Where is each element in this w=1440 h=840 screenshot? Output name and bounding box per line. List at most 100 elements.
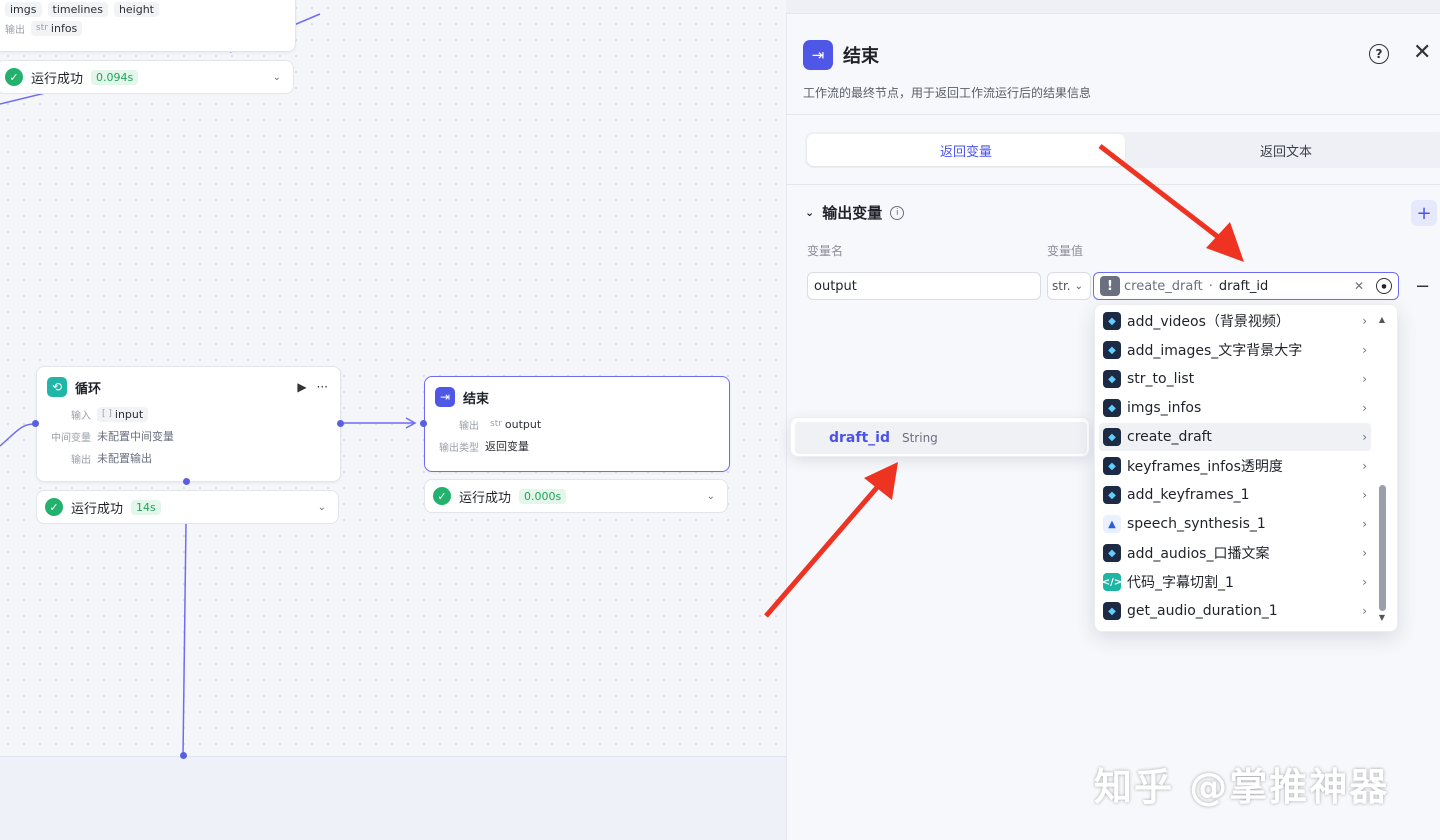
dropdown-item[interactable]: ◆ get_audio_duration_1 › bbox=[1099, 597, 1371, 625]
end-node-status[interactable]: ✓ 运行成功 0.000s ⌄ bbox=[424, 479, 728, 513]
clear-icon[interactable]: ✕ bbox=[1354, 279, 1364, 293]
dropdown-item-label: imgs_infos bbox=[1127, 400, 1202, 416]
var-reference-input[interactable]: ! create_draft · draft_id ✕ ● bbox=[1093, 272, 1399, 300]
top-node-output-row: 输出 str infos bbox=[0, 17, 295, 39]
var-type-select[interactable]: str. ⌄ bbox=[1047, 272, 1091, 300]
help-icon[interactable]: ? bbox=[1369, 44, 1389, 64]
chevron-right-icon: › bbox=[1362, 604, 1367, 618]
info-icon[interactable]: i bbox=[890, 205, 905, 220]
plugin-icon: ◆ bbox=[1103, 370, 1121, 388]
chevron-right-icon: › bbox=[1362, 314, 1367, 328]
plugin-icon: ◆ bbox=[1103, 399, 1121, 417]
edge-into-loop bbox=[0, 423, 35, 447]
check-icon: ✓ bbox=[45, 498, 63, 516]
warning-icon: ! bbox=[1100, 276, 1120, 296]
chevron-down-icon[interactable]: ⌄ bbox=[318, 502, 326, 513]
panel-header: ⇥ 结束 bbox=[803, 40, 879, 70]
top-node[interactable]: imgs timelines height 输出 str infos bbox=[0, 0, 296, 52]
tab-return-variable[interactable]: 返回变量 bbox=[807, 134, 1125, 166]
plugin-icon: ◆ bbox=[1103, 457, 1121, 475]
dropdown-item-label: keyframes_infos透明度 bbox=[1127, 459, 1283, 475]
dropdown-item-create-draft[interactable]: ◆ create_draft › bbox=[1099, 423, 1371, 451]
scroll-up-icon[interactable]: ▲ bbox=[1377, 315, 1387, 324]
end-node-title: 结束 bbox=[463, 391, 490, 407]
input-tag: [ ] input bbox=[97, 406, 149, 422]
workflow-canvas[interactable]: imgs timelines height 输出 str infos ✓ 运行成… bbox=[0, 0, 786, 840]
play-icon[interactable]: ▶ bbox=[297, 380, 306, 394]
scroll-down-icon[interactable]: ▼ bbox=[1377, 613, 1387, 622]
dropdown-scrollbar[interactable]: ▲ ▼ bbox=[1377, 315, 1387, 623]
check-icon: ✓ bbox=[5, 68, 23, 86]
target-icon[interactable]: ● bbox=[1376, 278, 1392, 294]
input-label: 输入 bbox=[71, 410, 91, 422]
mode-value: 返回变量 bbox=[485, 440, 529, 453]
end-icon: ⇥ bbox=[803, 40, 833, 70]
remove-variable-button[interactable]: − bbox=[1415, 276, 1430, 297]
variable-submenu: draft_id String bbox=[790, 417, 1090, 457]
chevron-right-icon: › bbox=[1362, 575, 1367, 589]
node-actions: ▶ ··· bbox=[297, 380, 328, 394]
output-vars-header[interactable]: ⌄ 输出变量 i bbox=[805, 202, 905, 223]
dropdown-item[interactable]: ◆ add_videos（背景视频） › bbox=[1099, 307, 1371, 335]
loop-body-port[interactable] bbox=[180, 752, 187, 759]
dropdown-item[interactable]: </> 代码_字幕切割_1 › bbox=[1099, 568, 1371, 596]
plugin-icon: ◆ bbox=[1103, 486, 1121, 504]
dropdown-item[interactable]: ◆ add_keyframes_1 › bbox=[1099, 481, 1371, 509]
time-badge: 0.000s bbox=[519, 488, 567, 504]
section-title: 输出变量 bbox=[822, 204, 883, 222]
loop-node-header: ⟲ 循环 ▶ ··· bbox=[37, 367, 340, 403]
mid-value: 未配置中间变量 bbox=[97, 430, 174, 443]
watermark-text: 知乎 @掌推神器 bbox=[1094, 765, 1390, 809]
chevron-right-icon: › bbox=[1362, 546, 1367, 560]
tab-return-text[interactable]: 返回文本 bbox=[1127, 132, 1440, 168]
chevron-down-icon[interactable]: ⌄ bbox=[273, 72, 281, 83]
top-node-status[interactable]: ✓ 运行成功 0.094s ⌄ bbox=[0, 60, 294, 94]
tag-height: height bbox=[113, 1, 159, 17]
add-variable-button[interactable]: + bbox=[1411, 200, 1437, 226]
time-badge: 0.094s bbox=[91, 69, 139, 85]
dropdown-item-label: str_to_list bbox=[1127, 371, 1195, 387]
code-icon: </> bbox=[1102, 573, 1122, 591]
dropdown-item[interactable]: ◆ str_to_list › bbox=[1099, 365, 1371, 393]
var-name-input[interactable]: output bbox=[807, 272, 1041, 300]
loop-output-row: 输出 未配置输出 bbox=[37, 447, 340, 469]
loop-node-status[interactable]: ✓ 运行成功 14s ⌄ bbox=[36, 490, 339, 524]
chevron-down-icon[interactable]: ⌄ bbox=[707, 491, 715, 502]
end-port-left[interactable] bbox=[420, 420, 427, 427]
status-text: 运行成功 bbox=[71, 501, 124, 517]
output-tag: str output bbox=[485, 417, 546, 432]
status-text: 运行成功 bbox=[31, 71, 84, 87]
divider bbox=[787, 184, 1440, 185]
dropdown-item[interactable]: ◆ add_audios_口播文案 › bbox=[1099, 539, 1371, 567]
chevron-down-icon[interactable]: ⌄ bbox=[805, 206, 814, 219]
submenu-var-type: String bbox=[901, 431, 938, 445]
ref-separator: · bbox=[1208, 278, 1213, 294]
time-badge: 14s bbox=[131, 499, 161, 515]
canvas-bottom-area bbox=[0, 756, 786, 840]
loop-port-bottom[interactable] bbox=[183, 478, 190, 485]
loop-node-title: 循环 bbox=[75, 381, 102, 397]
edge-arrowhead bbox=[405, 417, 417, 429]
chevron-down-icon: ⌄ bbox=[1074, 280, 1083, 292]
scroll-thumb[interactable] bbox=[1379, 485, 1386, 611]
var-type-value: str. bbox=[1052, 279, 1071, 293]
close-icon[interactable]: ✕ bbox=[1413, 40, 1431, 65]
dropdown-item[interactable]: ◆ keyframes_infos透明度 › bbox=[1099, 452, 1371, 480]
type-label: [ ] bbox=[102, 409, 112, 419]
chevron-right-icon: › bbox=[1362, 488, 1367, 502]
output-label: 输出 bbox=[71, 454, 91, 466]
dropdown-item[interactable]: ◆ add_images_文字背景大字 › bbox=[1099, 336, 1371, 364]
col-label-value: 变量值 bbox=[1047, 244, 1084, 258]
dropdown-item[interactable]: ◆ imgs_infos › bbox=[1099, 394, 1371, 422]
loop-port-right[interactable] bbox=[337, 420, 344, 427]
end-node-header: ⇥ 结束 bbox=[425, 377, 729, 413]
end-node[interactable]: ⇥ 结束 输出 str output 输出类型 返回变量 bbox=[424, 376, 730, 472]
loop-node[interactable]: ⟲ 循环 ▶ ··· 输入 [ ] input 中间变量 未配置中间变量 输出 … bbox=[36, 366, 341, 482]
loop-port-left[interactable] bbox=[32, 420, 39, 427]
submenu-item-draft-id[interactable]: draft_id String bbox=[795, 422, 1087, 454]
plugin-icon: ◆ bbox=[1103, 428, 1121, 446]
end-icon: ⇥ bbox=[435, 387, 455, 407]
dropdown-item[interactable]: ▲ speech_synthesis_1 › bbox=[1099, 510, 1371, 538]
chevron-right-icon: › bbox=[1362, 459, 1367, 473]
more-icon[interactable]: ··· bbox=[317, 380, 328, 394]
